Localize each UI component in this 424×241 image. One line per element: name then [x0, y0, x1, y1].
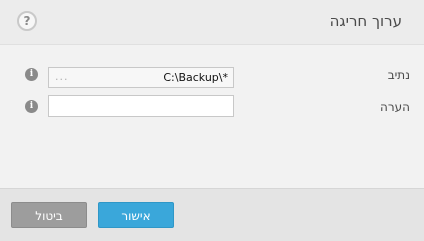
comment-field[interactable]	[48, 95, 234, 117]
help-icon[interactable]: ?	[17, 11, 37, 31]
edit-exclusion-dialog: ? ערוך חריגה נתיב i ... C:\Backup\* הערה…	[0, 0, 424, 241]
dialog-body: נתיב i ... C:\Backup\* הערה i	[0, 45, 424, 188]
path-field[interactable]: ... C:\Backup\*	[48, 67, 234, 88]
path-label: נתיב	[387, 68, 410, 82]
ok-button[interactable]: אישור	[98, 202, 174, 228]
info-icon[interactable]: i	[25, 68, 38, 81]
dialog-header: ? ערוך חריגה	[0, 0, 424, 45]
cancel-button[interactable]: ביטול	[11, 202, 87, 228]
comment-label: הערה	[380, 100, 410, 114]
dialog-footer: אישור ביטול	[0, 188, 424, 241]
info-icon[interactable]: i	[25, 100, 38, 113]
browse-button[interactable]: ...	[55, 70, 69, 83]
dialog-title: ערוך חריגה	[329, 12, 402, 30]
path-value: C:\Backup\*	[163, 71, 228, 84]
